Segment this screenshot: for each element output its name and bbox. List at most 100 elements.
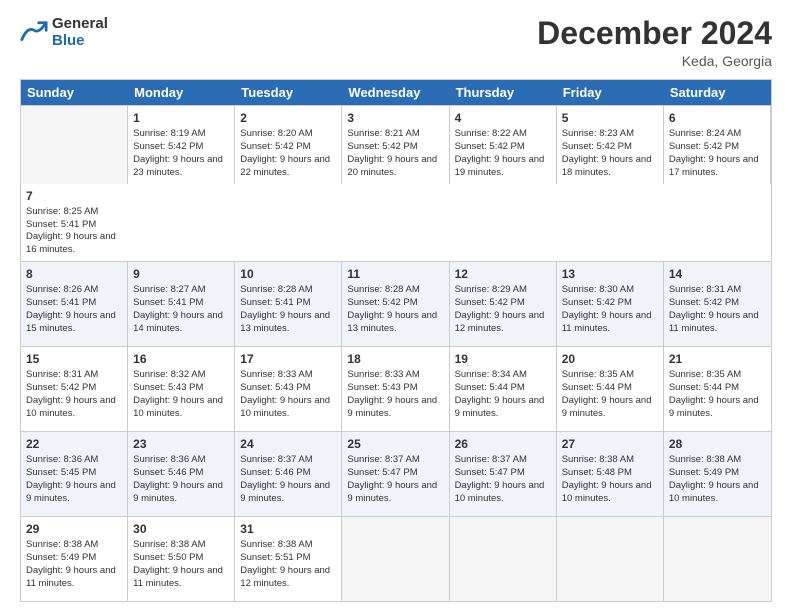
daylight-text: Daylight: 9 hours and 13 minutes. (240, 310, 330, 334)
cal-cell: 9Sunrise: 8:27 AMSunset: 5:41 PMDaylight… (128, 262, 235, 346)
sunset-text: Sunset: 5:41 PM (26, 297, 96, 308)
day-number: 8 (26, 266, 122, 282)
day-number: 27 (562, 436, 658, 452)
sunset-text: Sunset: 5:44 PM (669, 382, 739, 393)
cal-cell: 30Sunrise: 8:38 AMSunset: 5:50 PMDayligh… (128, 517, 235, 601)
daylight-text: Daylight: 9 hours and 10 minutes. (669, 480, 759, 504)
daylight-text: Daylight: 9 hours and 17 minutes. (669, 154, 759, 178)
page: General Blue December 2024 Keda, Georgia… (0, 0, 792, 612)
daylight-text: Daylight: 9 hours and 20 minutes. (347, 154, 437, 178)
cal-cell (450, 517, 557, 601)
cal-cell: 11Sunrise: 8:28 AMSunset: 5:42 PMDayligh… (342, 262, 449, 346)
day-number: 1 (133, 110, 229, 126)
sunrise-text: Sunrise: 8:31 AM (669, 284, 741, 295)
sunrise-text: Sunrise: 8:25 AM (26, 206, 98, 217)
cal-cell: 5Sunrise: 8:23 AMSunset: 5:42 PMDaylight… (557, 106, 664, 183)
day-number: 23 (133, 436, 229, 452)
cal-cell: 22Sunrise: 8:36 AMSunset: 5:45 PMDayligh… (21, 432, 128, 516)
sunrise-text: Sunrise: 8:28 AM (347, 284, 419, 295)
daylight-text: Daylight: 9 hours and 11 minutes. (133, 565, 223, 589)
cal-header-cell: Friday (557, 80, 664, 105)
sunset-text: Sunset: 5:50 PM (133, 552, 203, 563)
day-number: 3 (347, 110, 443, 126)
cal-row: 1Sunrise: 8:19 AMSunset: 5:42 PMDaylight… (21, 105, 771, 261)
daylight-text: Daylight: 9 hours and 23 minutes. (133, 154, 223, 178)
sunset-text: Sunset: 5:44 PM (455, 382, 525, 393)
cal-header-cell: Sunday (21, 80, 128, 105)
cal-cell: 8 Sunrise: 8:26 AM Sunset: 5:41 PM Daylight… (21, 262, 128, 346)
sunrise-text: Sunrise: 8:28 AM (240, 284, 312, 295)
sunrise-text: Sunrise: 8:29 AM (455, 284, 527, 295)
daylight-text: Daylight: 9 hours and 9 minutes. (669, 395, 759, 419)
daylight-text: Daylight: 9 hours and 12 minutes. (455, 310, 545, 334)
sunrise-text: Sunrise: 8:32 AM (133, 369, 205, 380)
cal-cell: 3Sunrise: 8:21 AMSunset: 5:42 PMDaylight… (342, 106, 449, 183)
cal-cell: 23 Sunrise: 8:36 AM Sunset: 5:46 PM Dayligh… (128, 432, 235, 516)
daylight-text: Daylight: 9 hours and 15 minutes. (26, 310, 116, 334)
day-number: 24 (240, 436, 336, 452)
cal-cell: 7Sunrise: 8:25 AMSunset: 5:41 PMDaylight… (21, 184, 128, 261)
cal-header-cell: Tuesday (235, 80, 342, 105)
cal-row: 29Sunrise: 8:38 AMSunset: 5:49 PMDayligh… (21, 516, 771, 601)
sunset-text: Sunset: 5:45 PM (26, 467, 96, 478)
day-number: 13 (562, 266, 658, 282)
daylight-text: Daylight: 9 hours and 10 minutes. (240, 395, 330, 419)
daylight-text: Daylight: 9 hours and 9 minutes. (240, 480, 330, 504)
sunset-text: Sunset: 5:46 PM (133, 467, 203, 478)
sunrise-text: Sunrise: 8:37 AM (240, 454, 312, 465)
day-number: 26 (455, 436, 551, 452)
sunrise-text: Sunrise: 8:26 AM (26, 284, 98, 295)
sunset-text: Sunset: 5:42 PM (562, 141, 632, 152)
day-number: 20 (562, 351, 658, 367)
sunset-text: Sunset: 5:49 PM (669, 467, 739, 478)
cal-cell: 19Sunrise: 8:34 AMSunset: 5:44 PMDayligh… (450, 347, 557, 431)
sunset-text: Sunset: 5:42 PM (455, 297, 525, 308)
daylight-text: Daylight: 9 hours and 10 minutes. (562, 480, 652, 504)
sunrise-text: Sunrise: 8:33 AM (240, 369, 312, 380)
cal-header-cell: Monday (128, 80, 235, 105)
daylight-text: Daylight: 9 hours and 10 minutes. (133, 395, 223, 419)
sunset-text: Sunset: 5:42 PM (240, 141, 310, 152)
sunrise-text: Sunrise: 8:35 AM (562, 369, 634, 380)
cal-row: 15Sunrise: 8:31 AMSunset: 5:42 PMDayligh… (21, 346, 771, 431)
sunrise-text: Sunrise: 8:38 AM (240, 539, 312, 550)
sunrise-text: Sunrise: 8:24 AM (669, 128, 741, 139)
day-number: 19 (455, 351, 551, 367)
sunrise-text: Sunrise: 8:30 AM (562, 284, 634, 295)
daylight-text: Daylight: 9 hours and 22 minutes. (240, 154, 330, 178)
daylight-text: Daylight: 9 hours and 11 minutes. (669, 310, 759, 334)
sunset-text: Sunset: 5:51 PM (240, 552, 310, 563)
daylight-text: Daylight: 9 hours and 9 minutes. (562, 395, 652, 419)
cal-cell: 14Sunrise: 8:31 AMSunset: 5:42 PMDayligh… (664, 262, 771, 346)
day-number: 10 (240, 266, 336, 282)
cal-row: 8 Sunrise: 8:26 AM Sunset: 5:41 PM Daylight… (21, 261, 771, 346)
daylight-text: Daylight: 9 hours and 10 minutes. (455, 480, 545, 504)
logo-icon (20, 19, 48, 47)
cal-cell (557, 517, 664, 601)
sunset-text: Sunset: 5:42 PM (455, 141, 525, 152)
day-number: 11 (347, 266, 443, 282)
sunset-text: Sunset: 5:41 PM (26, 219, 96, 230)
cal-cell: 2Sunrise: 8:20 AMSunset: 5:42 PMDaylight… (235, 106, 342, 183)
sunset-text: Sunset: 5:42 PM (26, 382, 96, 393)
day-number: 7 (26, 188, 123, 204)
sunrise-text: Sunrise: 8:20 AM (240, 128, 312, 139)
sunset-text: Sunset: 5:44 PM (562, 382, 632, 393)
sunset-text: Sunset: 5:42 PM (347, 297, 417, 308)
sunset-text: Sunset: 5:47 PM (347, 467, 417, 478)
sunset-text: Sunset: 5:46 PM (240, 467, 310, 478)
sunrise-text: Sunrise: 8:36 AM (133, 454, 205, 465)
sunrise-text: Sunrise: 8:21 AM (347, 128, 419, 139)
cal-cell: 21Sunrise: 8:35 AMSunset: 5:44 PMDayligh… (664, 347, 771, 431)
cal-cell: 20 Sunrise: 8:35 AM Sunset: 5:44 PM Dayligh… (557, 347, 664, 431)
cal-row: 22Sunrise: 8:36 AMSunset: 5:45 PMDayligh… (21, 431, 771, 516)
daylight-text: Daylight: 9 hours and 9 minutes. (455, 395, 545, 419)
sunset-text: Sunset: 5:43 PM (240, 382, 310, 393)
day-number: 17 (240, 351, 336, 367)
day-number: 21 (669, 351, 766, 367)
sunset-text: Sunset: 5:49 PM (26, 552, 96, 563)
day-number: 25 (347, 436, 443, 452)
calendar-body: 1Sunrise: 8:19 AMSunset: 5:42 PMDaylight… (21, 105, 771, 601)
daylight-text: Daylight: 9 hours and 14 minutes. (133, 310, 223, 334)
daylight-text: Daylight: 9 hours and 9 minutes. (133, 480, 223, 504)
